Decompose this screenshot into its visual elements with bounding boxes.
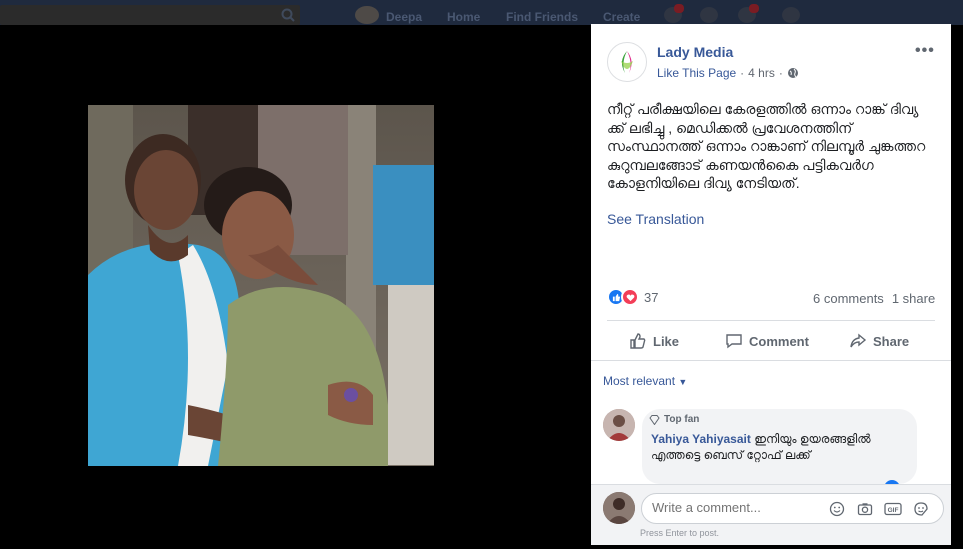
top-fan-label: Top fan [664,414,700,425]
post-text: നീറ്റ് പരീക്ഷയിലെ കേരളത്തിൽ ഒന്നാം റാങ്ക… [607,101,926,191]
like-button[interactable]: Like [629,330,679,352]
search-icon [281,8,295,22]
share-icon [850,333,867,348]
emoji-icon[interactable] [828,500,846,518]
search-button[interactable] [268,5,308,25]
search-input[interactable] [0,5,300,25]
meta-separator: · [740,66,745,80]
comment-button-label: Comment [749,333,809,349]
comment-icon [726,334,742,349]
reaction-count: 37 [644,289,659,305]
commenter-avatar[interactable] [603,409,635,441]
meta-separator: · [778,66,783,80]
nav-find-friends[interactable]: Find Friends [506,10,578,24]
sticker-icon[interactable] [912,500,930,518]
comment-filter-dropdown[interactable]: Most relevant ▼ [603,374,687,388]
engagement-counts: 6 comments 1 share [813,291,935,306]
divider [607,320,935,321]
caret-down-icon: ▼ [678,377,688,387]
share-button-label: Share [873,333,910,349]
post-timestamp[interactable]: 4 hrs [748,66,775,80]
nav-create[interactable]: Create [603,10,640,24]
globe-icon[interactable] [787,67,799,79]
current-user-avatar[interactable] [603,492,635,524]
page-name-link[interactable]: Lady Media [657,44,733,60]
thumbs-up-icon [630,333,646,349]
lady-media-logo [621,51,633,73]
press-enter-hint: Press Enter to post. [640,528,720,538]
comment-text: Yahiya Yahiyasait ഇനിയും ഉയരങ്ങളിൽ എത്തട… [651,431,906,463]
photo-theater: Deepa Home Find Friends Create Lady Medi… [0,0,963,549]
notification-badge [674,4,684,13]
love-reaction-icon [621,288,639,306]
see-translation-link[interactable]: See Translation [607,211,704,227]
gif-icon[interactable]: GIF [884,500,902,518]
messages-icon[interactable] [700,7,718,23]
top-navigation-bar: Deepa Home Find Friends Create [0,0,963,25]
shares-count-link[interactable]: 1 share [892,291,935,306]
notification-badge [749,4,759,13]
commenter-name-link[interactable]: Yahiya Yahiyasait [651,432,751,446]
help-icon[interactable] [782,7,800,23]
svg-text:GIF: GIF [888,507,899,514]
more-options-button[interactable]: ••• [915,42,935,60]
comments-count-link[interactable]: 6 comments [813,291,884,306]
photo-illustration [88,105,434,466]
post-meta: Like This Page · 4 hrs · [657,66,799,80]
camera-icon[interactable] [856,500,874,518]
post-photo[interactable] [88,105,434,466]
page-avatar[interactable] [607,42,647,82]
diamond-icon [649,414,660,425]
nav-profile-name[interactable]: Deepa [386,10,422,24]
like-button-label: Like [653,333,680,349]
nav-avatar[interactable] [355,6,379,24]
top-fan-badge: Top fan [649,414,699,425]
comment-button[interactable]: Comment [725,330,809,352]
like-page-link[interactable]: Like This Page [657,66,736,80]
nav-home[interactable]: Home [447,10,480,24]
comment-filter-label: Most relevant [603,374,676,388]
share-button[interactable]: Share [849,330,909,352]
divider [591,360,951,361]
comment-input[interactable] [652,500,822,515]
reactions-summary[interactable]: 37 [607,288,658,306]
